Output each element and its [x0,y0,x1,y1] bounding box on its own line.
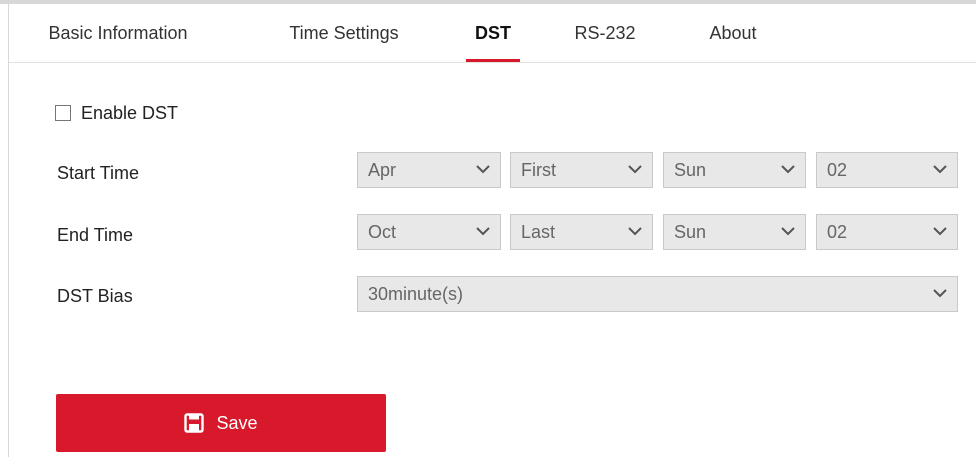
dst-bias-label: DST Bias [57,286,133,306]
tab-bar: Basic Information Time Settings DST RS-2… [9,4,976,63]
chevron-down-icon [476,227,490,236]
end-hour-select[interactable]: 02 [816,214,958,250]
end-hour-value: 02 [827,222,848,242]
tab-about[interactable]: About [702,4,764,61]
chevron-down-icon [476,165,490,174]
chevron-down-icon [781,165,795,174]
enable-dst-label: Enable DST [81,102,179,123]
tab-label: Time Settings [289,23,399,43]
start-day-value: Sun [674,160,707,180]
save-button[interactable]: Save [56,394,386,452]
end-day-value: Sun [674,222,707,242]
end-week-value: Last [521,222,556,242]
start-month-select[interactable]: Apr [357,152,501,188]
start-day-select[interactable]: Sun [663,152,806,188]
start-week-select[interactable]: First [510,152,653,188]
end-time-label: End Time [57,225,134,245]
start-hour-select[interactable]: 02 [816,152,958,188]
end-week-select[interactable]: Last [510,214,653,250]
tab-label: Basic Information [48,23,188,43]
chevron-down-icon [628,165,642,174]
tab-label: DST [475,23,511,43]
tab-rs-232[interactable]: RS-232 [569,4,641,61]
active-tab-indicator [466,59,520,62]
end-month-value: Oct [368,222,397,242]
end-day-select[interactable]: Sun [663,214,806,250]
tab-label: RS-232 [574,23,636,43]
end-month-select[interactable]: Oct [357,214,501,250]
chevron-down-icon [933,165,947,174]
dst-bias-value: 30minute(s) [368,284,464,304]
floppy-disk-icon [184,413,205,433]
frame-left-border [8,4,9,457]
save-button-label: Save [216,412,258,433]
chevron-down-icon [933,227,947,236]
chevron-down-icon [781,227,795,236]
tab-dst[interactable]: DST [466,4,520,62]
enable-dst-row: Enable DST [55,100,178,126]
tab-time-settings[interactable]: Time Settings [269,4,419,61]
start-month-value: Apr [368,160,397,180]
dst-bias-select[interactable]: 30minute(s) [357,276,958,312]
tab-label: About [709,23,757,43]
chevron-down-icon [628,227,642,236]
tab-basic-information[interactable]: Basic Information [33,4,203,61]
enable-dst-checkbox[interactable] [55,105,71,121]
start-hour-value: 02 [827,160,848,180]
start-week-value: First [521,160,556,180]
start-time-label: Start Time [57,163,140,183]
chevron-down-icon [933,289,947,298]
